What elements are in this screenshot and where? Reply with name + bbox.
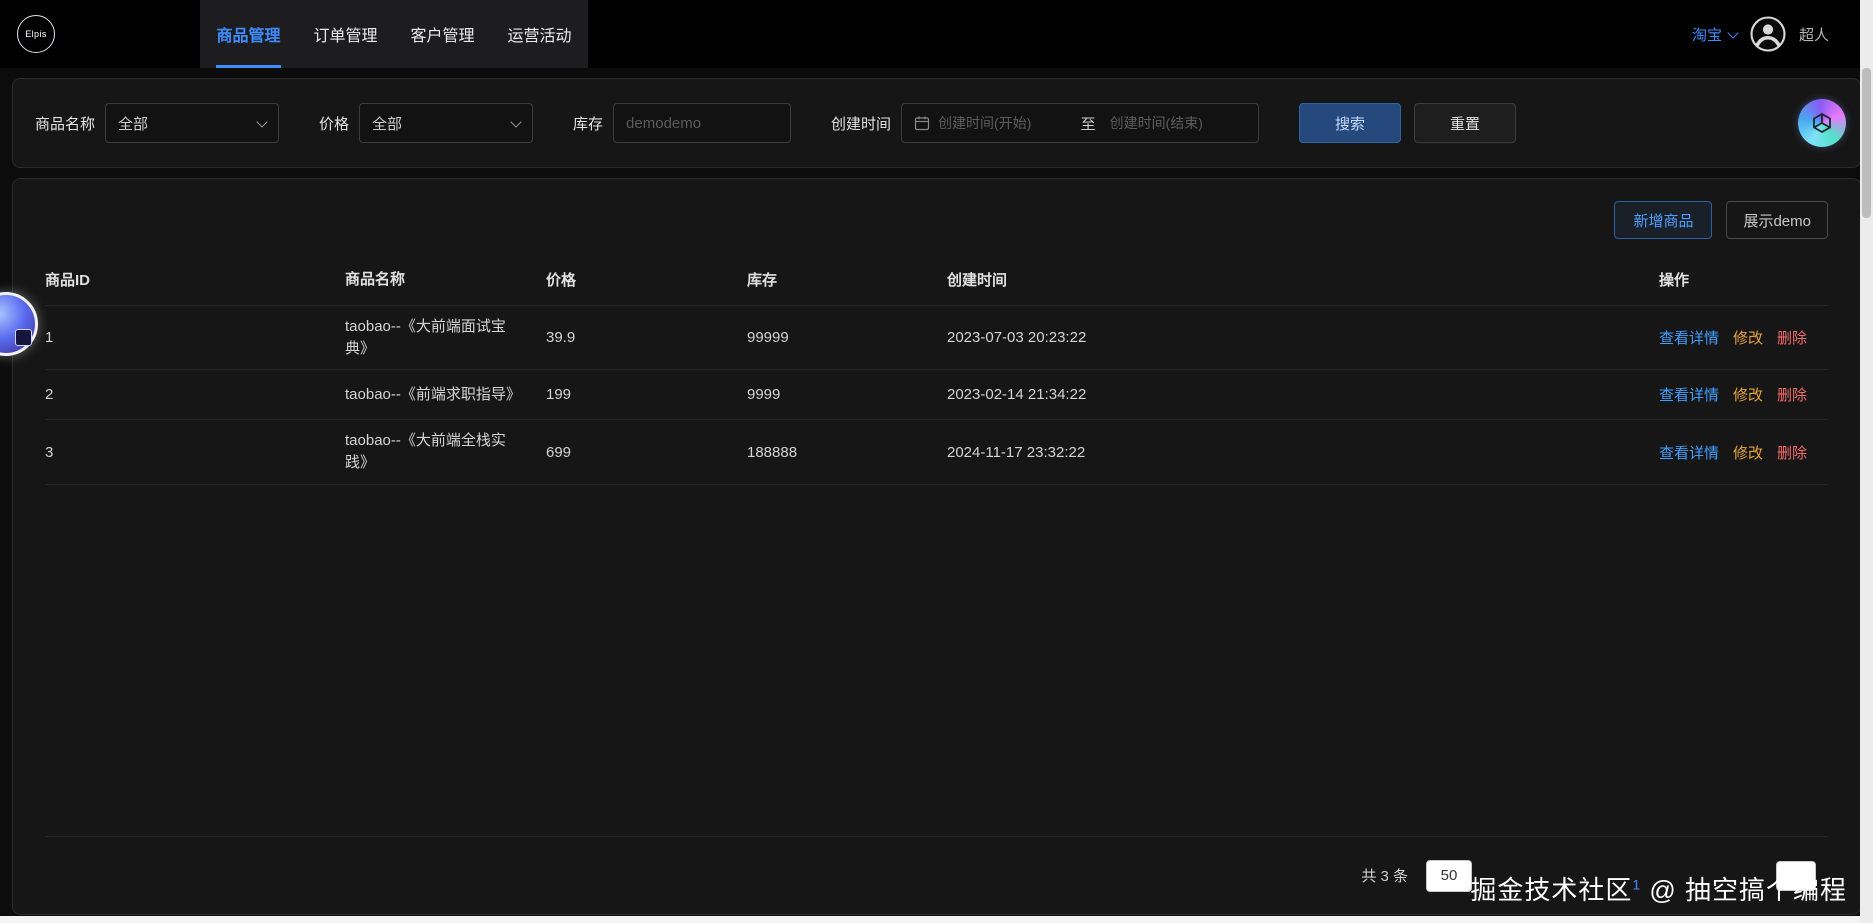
edit-link[interactable]: 修改 [1733,442,1763,463]
show-demo-button[interactable]: 展示demo [1726,201,1828,239]
watermark-main: 掘金技术社区 [1470,875,1633,905]
date-start-placeholder: 创建时间(开始) [938,115,1032,131]
watermark-text: 掘金技术社区1 @ 抽空搞个编程 [1470,870,1847,907]
nav-tab-campaigns[interactable]: 运营活动 [491,0,588,68]
cell-id: 3 [45,443,54,461]
theme-sphere-icon[interactable] [1798,99,1846,147]
table-row: 2 taobao--《前端求职指导》 199 9999 2023-02-14 2… [45,370,1828,421]
price-select-value: 全部 [372,115,403,133]
column-header-actions: 操作 [1659,272,1690,289]
delete-link[interactable]: 删除 [1777,384,1807,405]
date-range-picker[interactable]: 创建时间(开始) 至 创建时间(结束) [901,103,1260,143]
cell-name: taobao--《前端求职指导》 [345,385,521,403]
reset-button[interactable]: 重置 [1414,103,1517,143]
chevron-down-icon [510,115,522,128]
view-detail-link[interactable]: 查看详情 [1659,327,1719,348]
watermark-sup: 1 [1632,876,1642,893]
cell-stock: 99999 [747,329,789,346]
view-detail-link[interactable]: 查看详情 [1659,384,1719,405]
price-label: 价格 [319,115,350,133]
cell-actions: 查看详情 修改 删除 [1659,442,1828,463]
date-end-placeholder: 创建时间(结束) [1109,115,1203,131]
cell-price: 199 [546,386,572,404]
add-product-button[interactable]: 新增商品 [1614,201,1713,239]
cell-created: 2023-02-14 21:34:22 [947,386,1087,404]
top-navbar: Elpis 商品管理 订单管理 客户管理 运营活动 淘宝 超人 [0,0,1873,68]
page-size-select[interactable]: 50 [1426,859,1472,892]
nav-tab-label: 商品管理 [216,28,281,45]
nav-tab-products[interactable]: 商品管理 [200,0,297,68]
date-separator: 至 [1080,115,1096,133]
watermark-suffix: @ 抽空搞个编程 [1641,875,1847,905]
product-name-label: 商品名称 [35,115,96,133]
cell-actions: 查看详情 修改 删除 [1659,327,1828,348]
project-select[interactable]: 淘宝 [1691,24,1739,45]
app-logo-text: Elpis [25,29,47,39]
cell-price: 699 [546,443,572,461]
delete-link[interactable]: 删除 [1777,327,1807,348]
nav-tab-label: 客户管理 [410,28,475,45]
column-header-stock: 库存 [747,272,778,289]
column-header-price: 价格 [546,272,577,289]
column-header-name: 商品名称 [345,271,406,288]
cell-name: taobao--《大前端面试宝典》 [345,317,506,357]
username-label: 超人 [1798,26,1829,44]
table-toolbar: 新增商品 展示demo [45,201,1828,239]
delete-link[interactable]: 删除 [1777,442,1807,463]
table-header-row: 商品ID 商品名称 价格 库存 创建时间 操作 [45,259,1828,306]
product-table-panel: 新增商品 展示demo 商品ID 商品名称 价格 库存 创建时间 操作 1 ta… [12,178,1861,915]
nav-tab-label: 运营活动 [507,28,572,45]
project-select-value: 淘宝 [1691,26,1722,44]
filter-stock: 库存 [573,103,792,143]
cell-id: 2 [45,386,54,404]
cell-created: 2023-07-03 20:23:22 [947,329,1087,346]
create-time-label: 创建时间 [831,115,892,133]
nav-tab-label: 订单管理 [313,28,378,45]
cell-price: 39.9 [546,329,576,346]
product-table: 商品ID 商品名称 价格 库存 创建时间 操作 1 taobao--《大前端面试… [45,259,1828,485]
edit-link[interactable]: 修改 [1733,384,1763,405]
product-name-select-value: 全部 [118,115,149,133]
product-name-select[interactable]: 全部 [105,103,280,143]
column-header-id: 商品ID [45,272,91,289]
nav-tab-customers[interactable]: 客户管理 [394,0,491,68]
calendar-icon [914,116,930,131]
vertical-scrollbar[interactable] [1860,0,1873,923]
filter-create-time: 创建时间 创建时间(开始) 至 创建时间(结束) [831,103,1260,143]
filter-bar: 商品名称 全部 价格 全部 库存 创建时间 [12,78,1861,168]
cell-created: 2024-11-17 23:32:22 [947,443,1086,461]
cell-actions: 查看详情 修改 删除 [1659,384,1828,405]
filter-product-name: 商品名称 全部 [35,103,280,143]
user-avatar-icon[interactable] [1750,16,1786,52]
main-nav-tabs: 商品管理 订单管理 客户管理 运营活动 [200,0,588,68]
app-logo-icon: Elpis [17,15,55,53]
price-select[interactable]: 全部 [359,103,534,143]
column-header-created: 创建时间 [947,272,1008,289]
page-root: Elpis 商品管理 订单管理 客户管理 运营活动 淘宝 超人 商品名称 全部 … [0,0,1873,923]
search-button[interactable]: 搜索 [1299,103,1402,143]
cell-stock: 9999 [747,386,781,404]
edit-link[interactable]: 修改 [1733,327,1763,348]
horizontal-scrollbar[interactable] [0,916,1860,923]
cell-id: 1 [45,329,54,346]
pagination-total: 共 3 条 [1361,868,1408,885]
table-row: 3 taobao--《大前端全栈实践》 699 188888 2024-11-1… [45,420,1828,485]
view-detail-link[interactable]: 查看详情 [1659,442,1719,463]
cell-stock: 188888 [747,443,798,461]
chevron-down-icon [256,115,268,128]
cell-name: taobao--《大前端全栈实践》 [345,432,506,471]
navbar-right: 淘宝 超人 [1692,16,1843,52]
scrollbar-thumb[interactable] [1862,68,1871,218]
stock-input[interactable] [613,103,792,143]
stock-label: 库存 [573,115,604,133]
filter-price: 价格 全部 [319,103,534,143]
chevron-down-icon [1727,26,1739,39]
table-row: 1 taobao--《大前端面试宝典》 39.9 99999 2023-07-0… [45,306,1828,371]
nav-tab-orders[interactable]: 订单管理 [297,0,394,68]
